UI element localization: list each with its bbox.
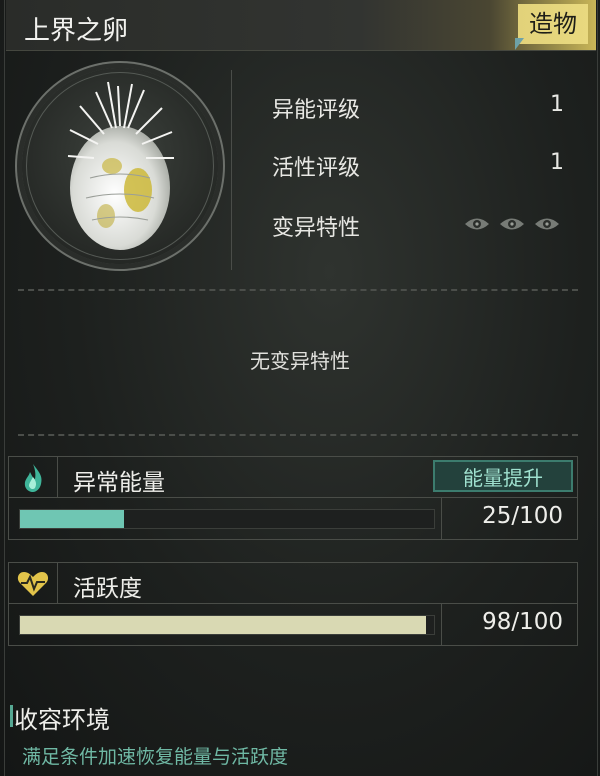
mutation-slots xyxy=(464,216,560,232)
eye-icon[interactable] xyxy=(464,216,490,232)
activity-label: 活跃度 xyxy=(73,576,142,602)
header: 上界之卵 造物 xyxy=(6,0,596,51)
energy-icon-box xyxy=(9,457,58,497)
stat-label: 变异特性 xyxy=(272,216,361,241)
stat-label: 异能评级 xyxy=(272,98,361,123)
activity-track xyxy=(19,615,435,635)
egg-icon xyxy=(67,81,174,250)
activity-header: 活跃度 xyxy=(9,563,577,604)
energy-boost-button[interactable]: 能量提升 xyxy=(433,460,573,492)
stat-ability-rating: 异能评级 1 xyxy=(272,92,572,123)
page-title: 上界之卵 xyxy=(24,16,129,46)
divider xyxy=(231,70,232,270)
stat-label: 活性评级 xyxy=(272,156,361,181)
category-tag[interactable]: 造物 xyxy=(518,4,588,44)
stat-mutation-traits: 变异特性 xyxy=(272,210,572,241)
divider xyxy=(18,434,578,436)
cursor-icon xyxy=(515,38,524,50)
activity-icon-box xyxy=(9,563,58,603)
activity-value: 98/100 xyxy=(482,609,563,635)
energy-header: 异常能量 能量提升 xyxy=(9,457,577,498)
energy-fill xyxy=(20,510,124,528)
environment-title: 收容环境 xyxy=(14,706,110,734)
item-portrait xyxy=(22,68,218,264)
environment-description: 满足条件加速恢复能量与活跃度 xyxy=(22,746,289,768)
divider xyxy=(441,498,442,539)
flame-icon xyxy=(24,464,42,492)
energy-value: 25/100 xyxy=(482,503,563,529)
activity-panel: 活跃度 98/100 xyxy=(8,562,578,646)
divider xyxy=(441,604,442,645)
energy-label: 异常能量 xyxy=(73,470,165,496)
section-marker xyxy=(10,705,13,727)
activity-fill xyxy=(20,616,426,634)
mutation-note: 无变异特性 xyxy=(250,349,350,373)
eye-icon[interactable] xyxy=(499,216,525,232)
stat-value: 1 xyxy=(550,150,564,175)
eye-icon[interactable] xyxy=(534,216,560,232)
stat-value: 1 xyxy=(550,92,564,117)
stat-activity-rating: 活性评级 1 xyxy=(272,150,572,181)
heart-pulse-icon xyxy=(17,572,49,596)
energy-track xyxy=(19,509,435,529)
energy-panel: 异常能量 能量提升 25/100 xyxy=(8,456,578,540)
divider xyxy=(18,289,578,291)
